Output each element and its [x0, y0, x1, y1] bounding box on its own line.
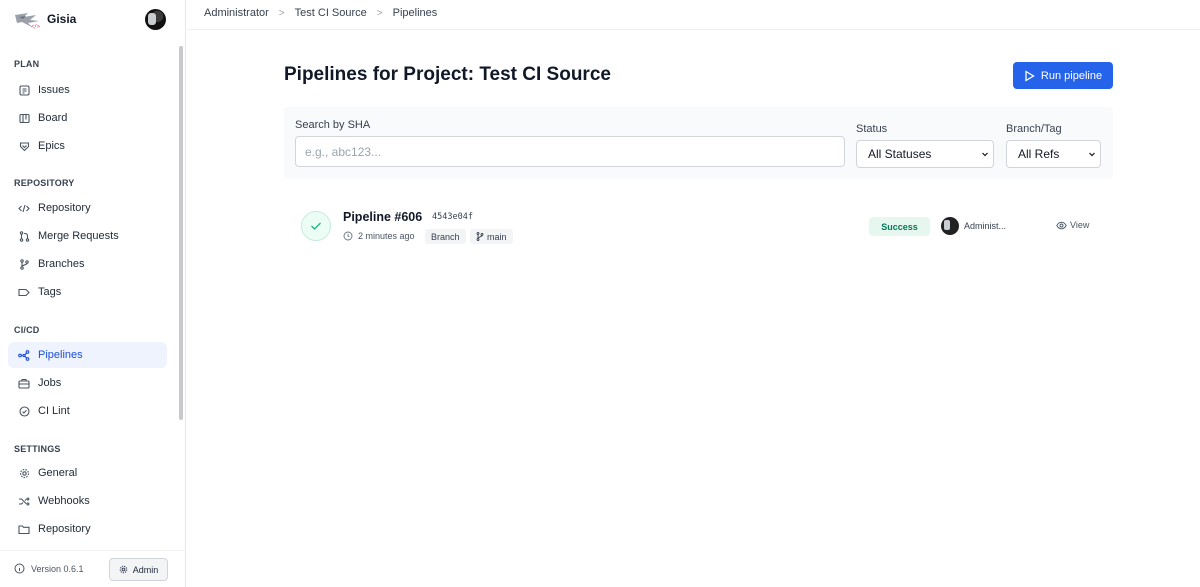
- app-name: Gisia: [47, 12, 77, 26]
- sidebar-item-label: Webhooks: [38, 495, 90, 507]
- pipeline-name[interactable]: Pipeline #606: [343, 210, 422, 224]
- sidebar-item-label: Issues: [38, 84, 70, 96]
- sidebar-footer: Version 0.6.1 Admin: [0, 550, 186, 587]
- sidebar-item-board[interactable]: Board: [0, 105, 167, 131]
- brand[interactable]: </> Gisia: [14, 8, 76, 30]
- jobs-icon: [18, 377, 30, 389]
- top-bar: Administrator > Test CI Source > Pipelin…: [187, 0, 1200, 30]
- breadcrumb-item-pipelines[interactable]: Pipelines: [393, 7, 438, 19]
- status-badge: Success: [869, 217, 930, 236]
- sidebar-item-label: Repository: [38, 523, 91, 535]
- sidebar-item-label: Branches: [38, 258, 85, 270]
- pipeline-icon: [18, 349, 30, 361]
- sidebar-item-settings-repository[interactable]: Repository: [0, 516, 167, 542]
- pipeline-row[interactable]: Pipeline #606 4543e04f 2 minutes ago Bra…: [284, 200, 1113, 252]
- admin-button-label: Admin: [132, 564, 159, 575]
- version-info: Version 0.6.1: [14, 563, 84, 574]
- sidebar-scrollbar[interactable]: [179, 46, 183, 420]
- section-title-plan: PLAN: [14, 59, 40, 69]
- run-pipeline-button[interactable]: Run pipeline: [1013, 62, 1113, 89]
- sidebar-item-label: Merge Requests: [38, 230, 119, 242]
- ref-type-badge: Branch: [425, 229, 466, 244]
- breadcrumb-item-project[interactable]: Test CI Source: [295, 7, 367, 19]
- sidebar-item-epics[interactable]: Epics: [0, 133, 167, 159]
- breadcrumb-separator: >: [278, 7, 285, 19]
- chevron-down-icon: [1089, 152, 1095, 157]
- status-select[interactable]: All Statuses: [856, 140, 994, 168]
- svg-text:</>: </>: [31, 24, 40, 29]
- ref-badge[interactable]: main: [470, 229, 513, 244]
- sidebar-item-label: Tags: [38, 286, 62, 298]
- branch-icon: [476, 232, 484, 241]
- board-icon: [18, 112, 30, 124]
- author-avatar: [941, 217, 959, 235]
- checkmark-icon: [311, 222, 321, 230]
- pipeline-sha[interactable]: 4543e04f: [432, 212, 473, 222]
- sidebar-item-branches[interactable]: Branches: [0, 251, 167, 277]
- check-circle-icon: [18, 405, 30, 417]
- ref-select-value: All Refs: [1018, 147, 1060, 161]
- issues-icon: [18, 84, 30, 96]
- run-pipeline-label: Run pipeline: [1040, 69, 1103, 82]
- sidebar-item-merge-requests[interactable]: Merge Requests: [0, 223, 167, 249]
- ref-badge-label: main: [487, 231, 507, 242]
- chevron-down-icon: [982, 152, 988, 157]
- branch-icon: [18, 258, 30, 270]
- section-title-cicd: CI/CD: [14, 325, 40, 335]
- gear-icon: [119, 565, 128, 574]
- code-icon: [18, 202, 30, 214]
- ref-select[interactable]: All Refs: [1006, 140, 1101, 168]
- filter-panel: Search by SHA Status All Statuses Branch…: [284, 107, 1113, 179]
- clock-icon: [343, 231, 353, 241]
- sidebar-item-general[interactable]: General: [0, 460, 167, 486]
- gisia-logo-icon: </>: [15, 13, 40, 29]
- page-title: Pipelines for Project: Test CI Source: [284, 64, 611, 85]
- sidebar-item-label: Jobs: [38, 377, 62, 389]
- search-label: Search by SHA: [295, 119, 371, 131]
- section-title-settings: SETTINGS: [14, 444, 61, 454]
- pipeline-time: 2 minutes ago: [343, 231, 415, 241]
- sidebar-item-pipelines[interactable]: Pipelines: [0, 342, 167, 368]
- folder-icon: [18, 523, 30, 535]
- sidebar: </> Gisia PLAN Issues Board Epics REPOSI…: [0, 0, 186, 587]
- version-label: Version 0.6.1: [31, 563, 84, 574]
- sidebar-item-ci-lint[interactable]: CI Lint: [0, 398, 167, 424]
- sidebar-item-label: Epics: [38, 140, 65, 152]
- sidebar-item-repository[interactable]: Repository: [0, 195, 167, 221]
- pipeline-time-label: 2 minutes ago: [358, 231, 415, 241]
- sidebar-item-webhooks[interactable]: Webhooks: [0, 488, 167, 514]
- view-link-label: View: [1070, 220, 1090, 230]
- breadcrumb: Administrator > Test CI Source > Pipelin…: [204, 7, 437, 19]
- eye-icon: [1056, 221, 1067, 229]
- tag-icon: [18, 286, 30, 298]
- breadcrumb-item-administrator[interactable]: Administrator: [204, 7, 269, 19]
- sidebar-item-label: Pipelines: [38, 349, 83, 361]
- status-select-value: All Statuses: [868, 147, 932, 161]
- play-icon: [1025, 69, 1035, 82]
- status-label: Status: [856, 123, 888, 135]
- sidebar-item-label: CI Lint: [38, 405, 70, 417]
- gear-icon: [18, 467, 30, 479]
- author-name: Administ...: [964, 221, 1007, 231]
- view-pipeline-link[interactable]: View: [1056, 220, 1089, 230]
- sidebar-item-jobs[interactable]: Jobs: [0, 370, 167, 396]
- info-icon: [14, 563, 25, 574]
- sha-search-input[interactable]: [295, 136, 845, 167]
- admin-button[interactable]: Admin: [109, 558, 168, 581]
- sidebar-item-tags[interactable]: Tags: [0, 279, 167, 305]
- breadcrumb-separator: >: [376, 7, 383, 19]
- sidebar-item-label: General: [38, 467, 78, 479]
- merge-request-icon: [18, 230, 30, 242]
- ref-label: Branch/Tag: [1006, 123, 1062, 135]
- user-avatar[interactable]: [145, 9, 166, 30]
- sidebar-item-issues[interactable]: Issues: [0, 77, 167, 103]
- section-title-repository: REPOSITORY: [14, 178, 75, 188]
- webhook-icon: [18, 495, 30, 507]
- pipeline-status-icon: [301, 211, 331, 241]
- sidebar-item-label: Board: [38, 112, 68, 124]
- epics-icon: [18, 140, 30, 152]
- sidebar-item-label: Repository: [38, 202, 91, 214]
